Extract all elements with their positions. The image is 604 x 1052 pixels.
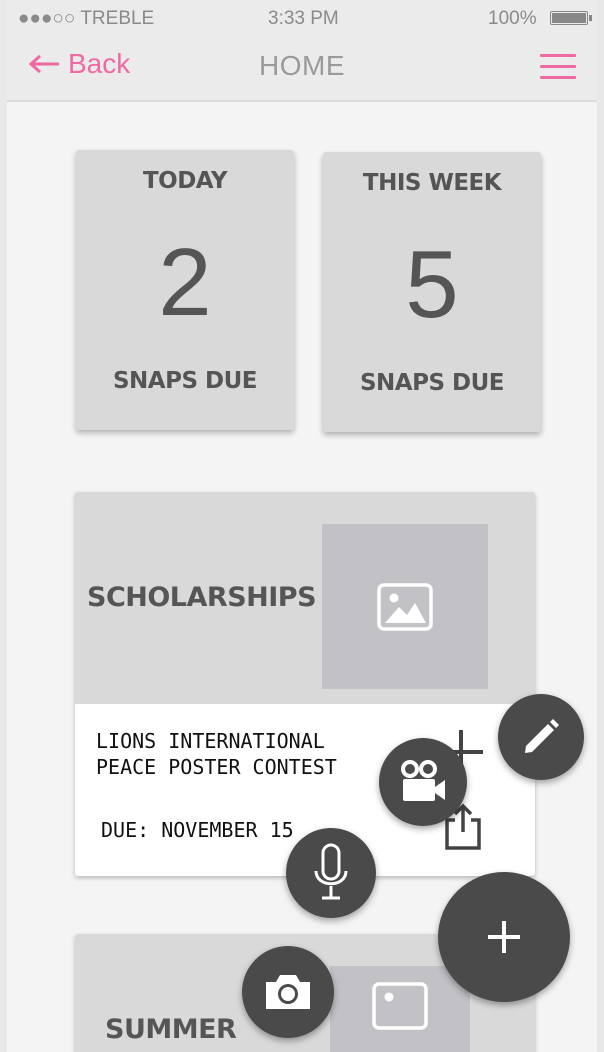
- page-title: HOME: [259, 50, 345, 81]
- item-due-date: DUE: NOVEMBER 15: [101, 818, 294, 842]
- microphone-fab-button[interactable]: [286, 828, 376, 918]
- category-title: SCHOLARSHIPS: [87, 582, 317, 613]
- stat-count: 5: [405, 231, 459, 338]
- image-icon: [377, 582, 433, 631]
- item-title: LIONS INTERNATIONAL PEACE POSTER CONTEST: [96, 729, 337, 779]
- add-fab-button[interactable]: [438, 872, 570, 1002]
- video-camera-icon: [401, 760, 445, 801]
- status-bar: ●●●○○ TREBLE 3:33 PM 100%: [0, 0, 604, 36]
- category-title: SUMMER: [105, 1014, 237, 1045]
- stat-label: SNAPS DUE: [359, 370, 505, 396]
- battery-icon: [550, 11, 592, 25]
- hamburger-menu-icon[interactable]: [540, 52, 578, 84]
- image-placeholder: [322, 524, 488, 689]
- pencil-icon: [525, 719, 559, 753]
- stat-card-today[interactable]: TODAY 2 SNAPS DUE: [76, 150, 294, 430]
- stat-label: SNAPS DUE: [112, 368, 258, 394]
- video-fab-button[interactable]: [379, 738, 467, 826]
- edit-fab-button[interactable]: [498, 694, 584, 780]
- stat-heading: TODAY: [142, 168, 228, 194]
- stat-card-this-week[interactable]: THIS WEEK 5 SNAPS DUE: [323, 152, 541, 432]
- carrier-label: ●●●○○ TREBLE: [18, 8, 155, 29]
- camera-fab-button[interactable]: [242, 946, 334, 1038]
- camera-icon: [266, 975, 310, 1009]
- image-placeholder: [330, 966, 470, 1052]
- clock: 3:33 PM: [268, 8, 339, 29]
- category-card-scholarships[interactable]: SCHOLARSHIPS LIONS INTERNATIONAL PEACE P…: [75, 492, 535, 876]
- microphone-icon: [314, 843, 348, 900]
- plus-icon: [488, 921, 520, 953]
- image-icon: [372, 982, 428, 1030]
- battery-percent: 100%: [488, 8, 537, 29]
- nav-bar: Back HOME: [0, 36, 604, 102]
- stat-heading: THIS WEEK: [362, 170, 502, 196]
- stat-count: 2: [158, 229, 212, 336]
